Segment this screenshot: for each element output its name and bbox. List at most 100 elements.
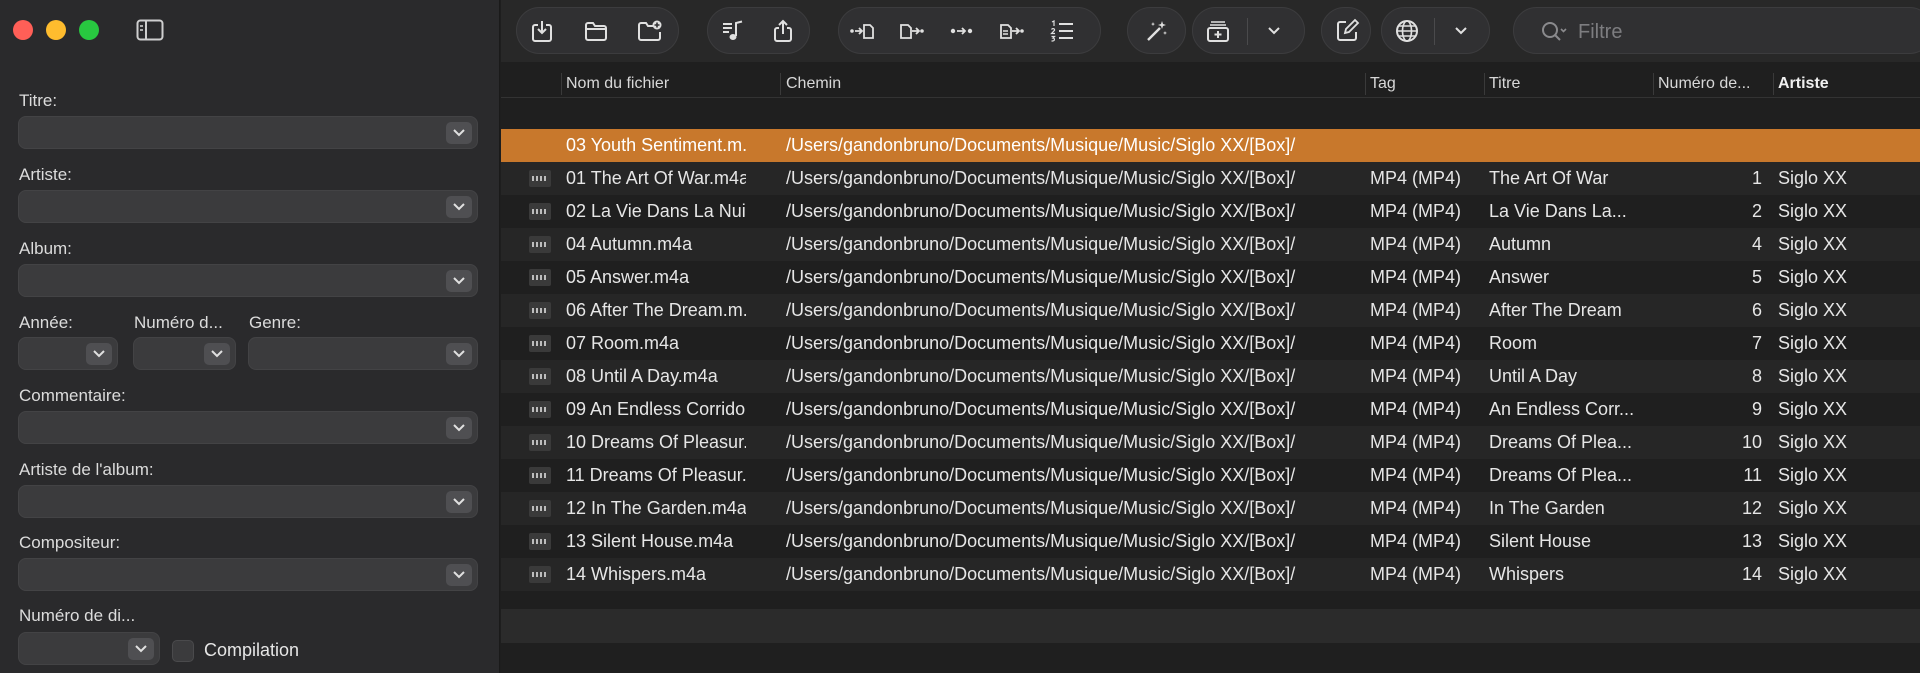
table-row[interactable]: 04 Autumn.m4a/Users/gandonbruno/Document… [501, 228, 1920, 261]
web-icon[interactable] [1392, 16, 1422, 46]
cell-path: /Users/gandonbruno/Documents/Musique/Mus… [786, 432, 1296, 452]
table-header: Nom du fichier Chemin Tag Titre Numéro d… [501, 71, 1920, 98]
year-label: Année: [19, 313, 73, 332]
cell-artist: Siglo XX [1778, 333, 1848, 353]
track-number-label: Numéro d... [134, 313, 223, 332]
album-field[interactable] [18, 264, 478, 297]
cell-title: Dreams Of Plea... [1489, 465, 1633, 485]
cell-filename: 08 Until A Day.m4a [566, 366, 718, 386]
artwork-thumbnail [529, 467, 551, 484]
album-artist-field[interactable] [18, 485, 478, 518]
artwork-thumbnail [529, 401, 551, 418]
chevron-down-icon[interactable] [446, 417, 472, 439]
cell-artist: Siglo XX [1778, 465, 1848, 485]
compilation-checkbox[interactable] [172, 640, 194, 662]
chevron-down-icon[interactable] [446, 270, 472, 292]
tag-editor-sidebar: Titre: Artiste: Album: Année: Numéro d..… [0, 0, 500, 673]
chevron-down-icon[interactable] [446, 122, 472, 144]
cell-tag: MP4 (MP4) [1370, 366, 1462, 386]
filename-to-tag-icon[interactable] [897, 16, 927, 46]
table-row[interactable]: 08 Until A Day.m4a/Users/gandonbruno/Doc… [501, 360, 1920, 393]
divider [1434, 18, 1435, 45]
toolbar: Filtre [501, 0, 1920, 62]
minimize-window-button[interactable] [46, 20, 66, 40]
comment-field[interactable] [18, 411, 478, 444]
column-header-path[interactable]: Chemin [786, 75, 1346, 93]
table-row[interactable]: 01 The Art Of War.m4a/Users/gandonbruno/… [501, 162, 1920, 195]
new-folder-icon[interactable] [635, 16, 665, 46]
disc-number-field[interactable] [18, 632, 160, 665]
filter-search[interactable]: Filtre [1513, 7, 1920, 54]
composer-label: Compositeur: [19, 533, 121, 552]
column-header-filename[interactable]: Nom du fichier [566, 75, 736, 93]
chevron-down-icon[interactable] [446, 196, 472, 218]
table-row[interactable]: 10 Dreams Of Pleasur... /Users/gandonbrun… [501, 426, 1920, 459]
track-number-field[interactable] [133, 337, 236, 370]
composer-field[interactable] [18, 558, 478, 591]
zoom-window-button[interactable] [79, 20, 99, 40]
table-row[interactable]: 06 After The Dream.m... /Users/gandonbrun… [501, 294, 1920, 327]
magic-wand-icon[interactable] [1142, 16, 1172, 46]
open-folder-icon[interactable] [581, 16, 611, 46]
sidebar-toggle-icon[interactable] [136, 19, 164, 41]
numbered-list-icon[interactable] [1047, 16, 1077, 46]
table-row[interactable]: 13 Silent House.m4a/Users/gandonbruno/Do… [501, 525, 1920, 558]
table-row[interactable]: 05 Answer.m4a/Users/gandonbruno/Document… [501, 261, 1920, 294]
artwork-thumbnail [529, 236, 551, 253]
cell-number: 13 [1741, 531, 1762, 551]
cell-title: Silent House [1489, 531, 1592, 551]
chevron-down-icon[interactable] [204, 343, 230, 365]
column-header-track-number[interactable]: Numéro de... [1658, 75, 1773, 93]
share-icon[interactable] [768, 16, 798, 46]
chevron-down-icon[interactable] [1259, 16, 1289, 46]
artwork-thumbnail [529, 170, 551, 187]
cell-title: Autumn [1489, 234, 1552, 254]
genre-field[interactable] [248, 337, 478, 370]
cell-number: 6 [1751, 300, 1762, 320]
year-field[interactable] [18, 337, 118, 370]
cell-path: /Users/gandonbruno/Documents/Musique/Mus… [786, 564, 1296, 584]
column-separator [780, 73, 781, 95]
cell-title: The Art Of War [1489, 168, 1609, 188]
table-row[interactable]: 11 Dreams Of Pleasur... /Users/gandonbrun… [501, 459, 1920, 492]
cell-path: /Users/gandonbruno/Documents/Musique/Mus… [786, 300, 1296, 320]
music-note-icon[interactable] [718, 16, 748, 46]
chevron-down-icon[interactable] [446, 491, 472, 513]
chevron-down-icon[interactable] [128, 638, 154, 660]
chevron-down-icon[interactable] [446, 343, 472, 365]
chevron-down-icon[interactable] [1446, 16, 1476, 46]
cell-path: /Users/gandonbruno/Documents/Musique/Mus… [786, 531, 1296, 551]
title-field[interactable] [18, 116, 478, 149]
title-label: Titre: [19, 91, 58, 110]
column-header-artist[interactable]: Artiste [1778, 75, 1898, 93]
table-row[interactable]: 14 Whispers.m4a/Users/gandonbruno/Docume… [501, 558, 1920, 591]
column-header-title[interactable]: Titre [1489, 75, 1649, 93]
filter-placeholder: Filtre [1578, 21, 1623, 43]
edit-icon[interactable] [1332, 16, 1362, 46]
table-row[interactable]: 02 La Vie Dans La Nui... /Users/gandonbru… [501, 195, 1920, 228]
file-actions-group [516, 7, 679, 54]
artwork-thumbnail [529, 302, 551, 319]
chevron-down-icon[interactable] [446, 564, 472, 586]
table-row[interactable]: 12 In The Garden.m4a/Users/gandonbruno/D… [501, 492, 1920, 525]
table-row[interactable]: 03 Youth Sentiment.m... /Users/gandonbrun… [501, 129, 1920, 162]
close-window-button[interactable] [13, 20, 33, 40]
cell-number: 10 [1741, 432, 1762, 452]
cell-artist: Siglo XX [1778, 399, 1848, 419]
tag-to-tag-icon[interactable] [947, 16, 977, 46]
cell-title: An Endless Corr... [1489, 399, 1635, 419]
import-icon[interactable] [527, 16, 557, 46]
column-header-tag[interactable]: Tag [1370, 75, 1480, 93]
cell-title: After The Dream [1489, 300, 1622, 320]
table-row[interactable]: 09 An Endless Corrido... /Users/gandonbru… [501, 393, 1920, 426]
artist-field[interactable] [18, 190, 478, 223]
chevron-down-icon[interactable] [86, 343, 112, 365]
cell-tag: MP4 (MP4) [1370, 168, 1462, 188]
music-actions-group [707, 7, 810, 54]
add-to-collection-icon[interactable] [1203, 16, 1233, 46]
compilation-label: Compilation [204, 640, 300, 660]
table-row[interactable]: 07 Room.m4a/Users/gandonbruno/Documents/… [501, 327, 1920, 360]
cell-tag: MP4 (MP4) [1370, 465, 1462, 485]
text-to-tag-icon[interactable] [997, 16, 1027, 46]
tag-to-filename-icon[interactable] [847, 16, 877, 46]
